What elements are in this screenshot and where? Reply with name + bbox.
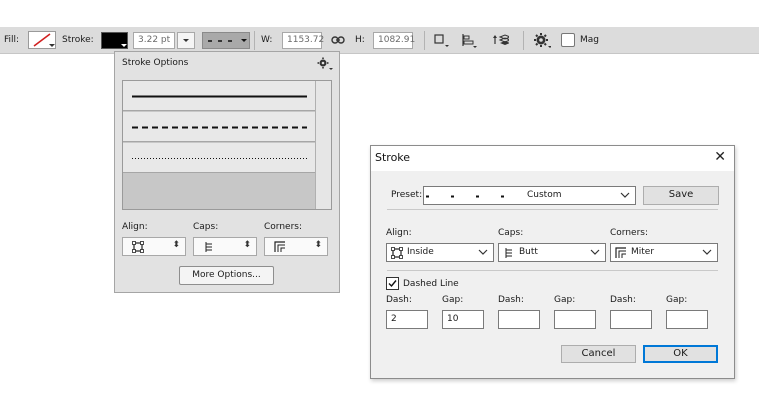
preset-dashed[interactable]	[123, 112, 316, 142]
close-icon[interactable]: ✕	[714, 150, 726, 164]
align-inside-icon	[132, 241, 144, 253]
toolbar-separator	[424, 31, 425, 50]
height-label: H:	[355, 35, 365, 45]
solid-line-icon	[132, 95, 307, 98]
updown-arrows-icon: ⬍	[314, 240, 322, 250]
align-dropdown[interactable]: Inside	[386, 243, 494, 262]
caps-label: Caps:	[193, 222, 219, 232]
magnetic-checkbox[interactable]	[561, 33, 575, 47]
align-inside-icon	[391, 247, 403, 259]
align-label: Align:	[122, 222, 148, 232]
fill-swatch[interactable]	[28, 31, 56, 49]
chevron-down-icon	[183, 39, 189, 42]
path-alignment-icon[interactable]	[460, 32, 478, 49]
options-bar: Fill: Stroke: 3.22 pt W: 1153.72 H: 1082…	[0, 27, 759, 54]
dashed-line-icon	[208, 39, 247, 42]
preset-solid[interactable]	[123, 81, 316, 111]
width-label: W:	[261, 35, 273, 45]
corners-dropdown[interactable]: Miter	[610, 243, 718, 262]
align-select[interactable]: ⬍	[122, 237, 186, 256]
dash-2-field[interactable]	[498, 310, 540, 329]
dashed-line-checkbox[interactable]	[386, 277, 399, 290]
stroke-type-dropdown[interactable]	[202, 32, 250, 49]
preset-dotted[interactable]	[123, 143, 316, 173]
gap-3-field[interactable]	[666, 310, 708, 329]
butt-cap-icon	[205, 242, 212, 252]
dotted-line-icon	[132, 158, 307, 159]
gap-2-field[interactable]	[554, 310, 596, 329]
gap-2-label: Gap:	[554, 295, 576, 305]
checkmark-icon	[388, 280, 397, 288]
gap-1-field[interactable]: 10	[442, 310, 484, 329]
stroke-dialog: Stroke ✕ Preset: Custom Save Align: Caps…	[370, 145, 735, 379]
toolbar-separator	[254, 31, 255, 50]
stroke-preset-list	[122, 80, 332, 210]
preset-label: Preset:	[391, 190, 423, 200]
stroke-width-field[interactable]: 3.22 pt	[133, 32, 175, 49]
align-value: Inside	[407, 247, 434, 257]
corners-label: Corners:	[610, 228, 648, 238]
cancel-button[interactable]: Cancel	[561, 345, 636, 363]
dashed-line-icon	[426, 195, 526, 198]
path-operations-icon[interactable]	[433, 32, 451, 49]
caps-value: Butt	[519, 247, 538, 257]
caps-label: Caps:	[498, 228, 524, 238]
preset-value: Custom	[527, 190, 562, 200]
updown-arrows-icon: ⬍	[243, 240, 251, 250]
dash-3-field[interactable]	[610, 310, 652, 329]
gear-icon[interactable]	[533, 32, 551, 49]
preset-dropdown[interactable]: Custom	[423, 186, 636, 205]
stroke-width-dropdown[interactable]	[177, 32, 195, 49]
miter-join-icon	[615, 247, 626, 258]
link-icon[interactable]	[331, 34, 345, 46]
divider	[387, 209, 718, 210]
corners-value: Miter	[631, 247, 655, 257]
fill-label: Fill:	[4, 35, 20, 45]
dash-1-label: Dash:	[386, 295, 412, 305]
corners-select[interactable]: ⬍	[264, 237, 328, 256]
divider	[387, 270, 718, 271]
caps-select[interactable]: ⬍	[193, 237, 257, 256]
gap-1-label: Gap:	[442, 295, 464, 305]
corners-label: Corners:	[264, 222, 302, 232]
miter-join-icon	[274, 241, 285, 252]
stroke-options-popup: Stroke Options Align: Caps: Corners: ⬍ ⬍…	[114, 51, 340, 293]
dashed-line-icon	[132, 126, 307, 129]
width-field[interactable]: 1153.72	[282, 32, 324, 49]
path-arrangement-icon[interactable]	[491, 32, 509, 49]
dashed-line-label: Dashed Line	[403, 279, 459, 289]
chevron-down-icon	[620, 192, 630, 198]
chevron-down-icon	[121, 44, 127, 47]
ok-button[interactable]: OK	[643, 345, 718, 363]
gap-3-label: Gap:	[666, 295, 688, 305]
toolbar-separator	[523, 31, 524, 50]
save-button[interactable]: Save	[643, 186, 719, 205]
chevron-down-icon	[702, 249, 712, 255]
stroke-label: Stroke:	[62, 35, 94, 45]
caps-dropdown[interactable]: Butt	[498, 243, 606, 262]
mag-label: Mag	[580, 35, 599, 45]
chevron-down-icon	[49, 44, 55, 47]
dash-1-field[interactable]: 2	[386, 310, 428, 329]
chevron-down-icon	[590, 249, 600, 255]
dialog-title: Stroke	[375, 151, 411, 164]
dash-3-label: Dash:	[610, 295, 636, 305]
height-field[interactable]: 1082.91	[373, 32, 415, 49]
more-options-button[interactable]: More Options...	[179, 266, 274, 285]
popup-title: Stroke Options	[122, 58, 189, 68]
dash-2-label: Dash:	[498, 295, 524, 305]
dialog-titlebar: Stroke ✕	[371, 146, 734, 171]
stroke-swatch[interactable]	[101, 32, 128, 49]
butt-cap-icon	[505, 248, 512, 258]
settings-gear-icon[interactable]	[316, 57, 334, 71]
align-label: Align:	[386, 228, 412, 238]
chevron-down-icon	[478, 249, 488, 255]
updown-arrows-icon: ⬍	[172, 240, 180, 250]
preset-list-scrollbar[interactable]	[315, 81, 331, 209]
